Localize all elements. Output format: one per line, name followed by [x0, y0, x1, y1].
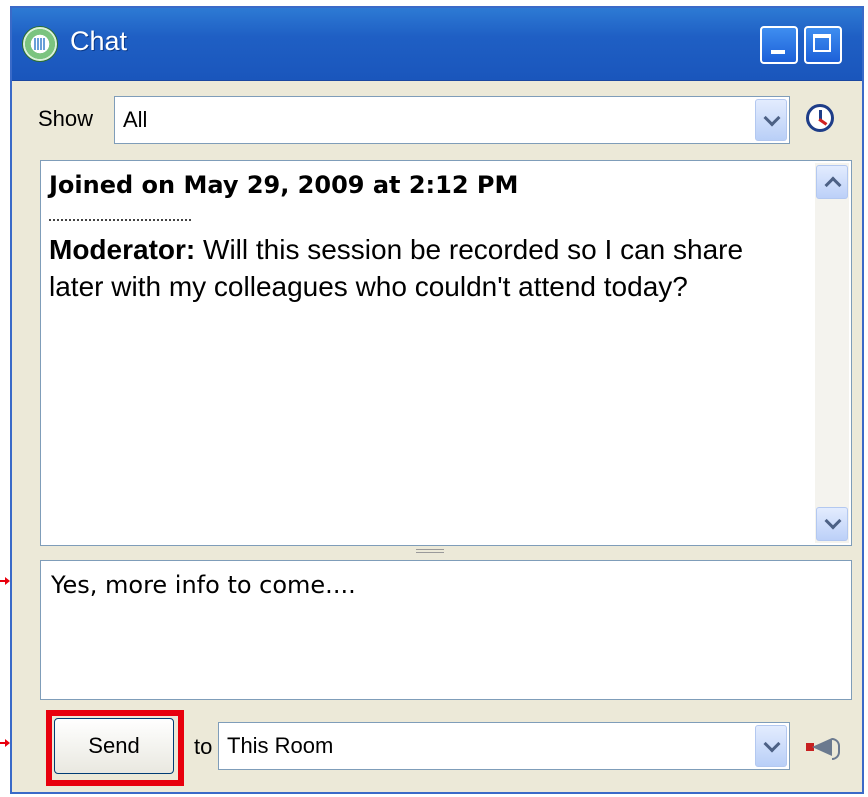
joined-notice: Joined on May 29, 2009 at 2:12 PM [49, 171, 519, 199]
chat-app-icon [22, 26, 58, 62]
annotation-arrow [0, 577, 10, 585]
resize-handle[interactable] [416, 549, 444, 553]
chat-transcript[interactable]: Joined on May 29, 2009 at 2:12 PM Modera… [40, 160, 852, 546]
message-sender: Moderator: [49, 234, 196, 265]
window-title: Chat [70, 26, 128, 56]
send-button[interactable]: Send [54, 718, 174, 774]
scroll-up-icon[interactable] [816, 165, 848, 199]
divider [49, 219, 191, 221]
chevron-down-icon[interactable] [755, 725, 787, 767]
transcript-content: Joined on May 29, 2009 at 2:12 PM Modera… [49, 171, 805, 305]
show-filter-dropdown[interactable]: All [114, 96, 790, 144]
minimize-button[interactable] [760, 26, 798, 64]
maximize-button[interactable] [804, 26, 842, 64]
show-label: Show [38, 106, 94, 131]
recipient-dropdown[interactable]: This Room [218, 722, 790, 770]
message-input[interactable]: Yes, more info to come.... [40, 560, 852, 700]
title-bar[interactable]: Chat [12, 8, 862, 81]
clock-icon[interactable] [806, 104, 834, 132]
scroll-down-icon[interactable] [816, 507, 848, 541]
chevron-down-icon[interactable] [755, 99, 787, 141]
chat-message: Moderator: Will this session be recorded… [49, 231, 805, 305]
transcript-scrollbar[interactable] [815, 163, 849, 543]
chat-window: Chat Show All Joined on May 29, 2009 at … [10, 6, 864, 794]
message-input-text: Yes, more info to come.... [51, 571, 356, 599]
to-label: to [194, 734, 213, 759]
megaphone-body [812, 738, 832, 756]
megaphone-icon[interactable] [804, 734, 844, 760]
annotation-arrow [0, 739, 10, 747]
megaphone-wave [832, 738, 840, 760]
show-filter-value: All [123, 107, 148, 132]
recipient-value: This Room [227, 733, 334, 758]
